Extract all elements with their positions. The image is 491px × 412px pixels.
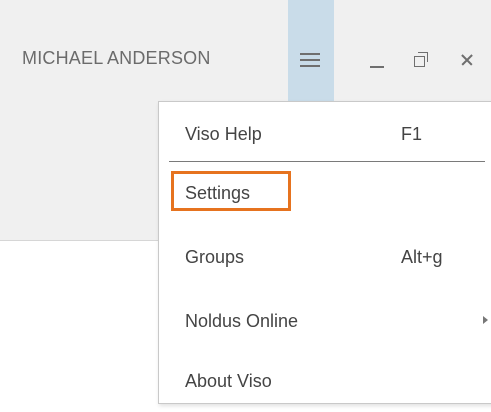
menu-item-label: Viso Help [185, 124, 262, 144]
menu-item-label: Noldus Online [185, 311, 299, 331]
menu-item-shortcut: F1 [401, 124, 423, 144]
menu-item-settings[interactable]: Settings [171, 171, 486, 215]
main-menu-dropdown: Viso Help F1 Settings Groups Alt+g Noldu… [158, 101, 491, 404]
menu-item-noldus-online[interactable]: Noldus Online [171, 299, 488, 343]
chevron-right-icon [483, 316, 488, 324]
menu-item-viso-help[interactable]: Viso Help F1 [171, 112, 486, 156]
menu-item-label: Settings [185, 183, 251, 203]
hamburger-icon [300, 53, 320, 67]
menu-item-label: Groups [185, 247, 245, 267]
menu-item-label: About Viso [185, 371, 272, 391]
menu-item-shortcut: Alt+g [401, 247, 443, 267]
menu-separator [169, 161, 485, 162]
minimize-button[interactable] [364, 46, 392, 74]
user-name: MICHAEL ANDERSON [22, 48, 211, 68]
restore-button[interactable] [408, 46, 436, 74]
menu-item-about-viso[interactable]: About Viso [171, 359, 486, 403]
menu-item-groups[interactable]: Groups Alt+g [171, 235, 486, 279]
close-button[interactable] [454, 46, 482, 74]
